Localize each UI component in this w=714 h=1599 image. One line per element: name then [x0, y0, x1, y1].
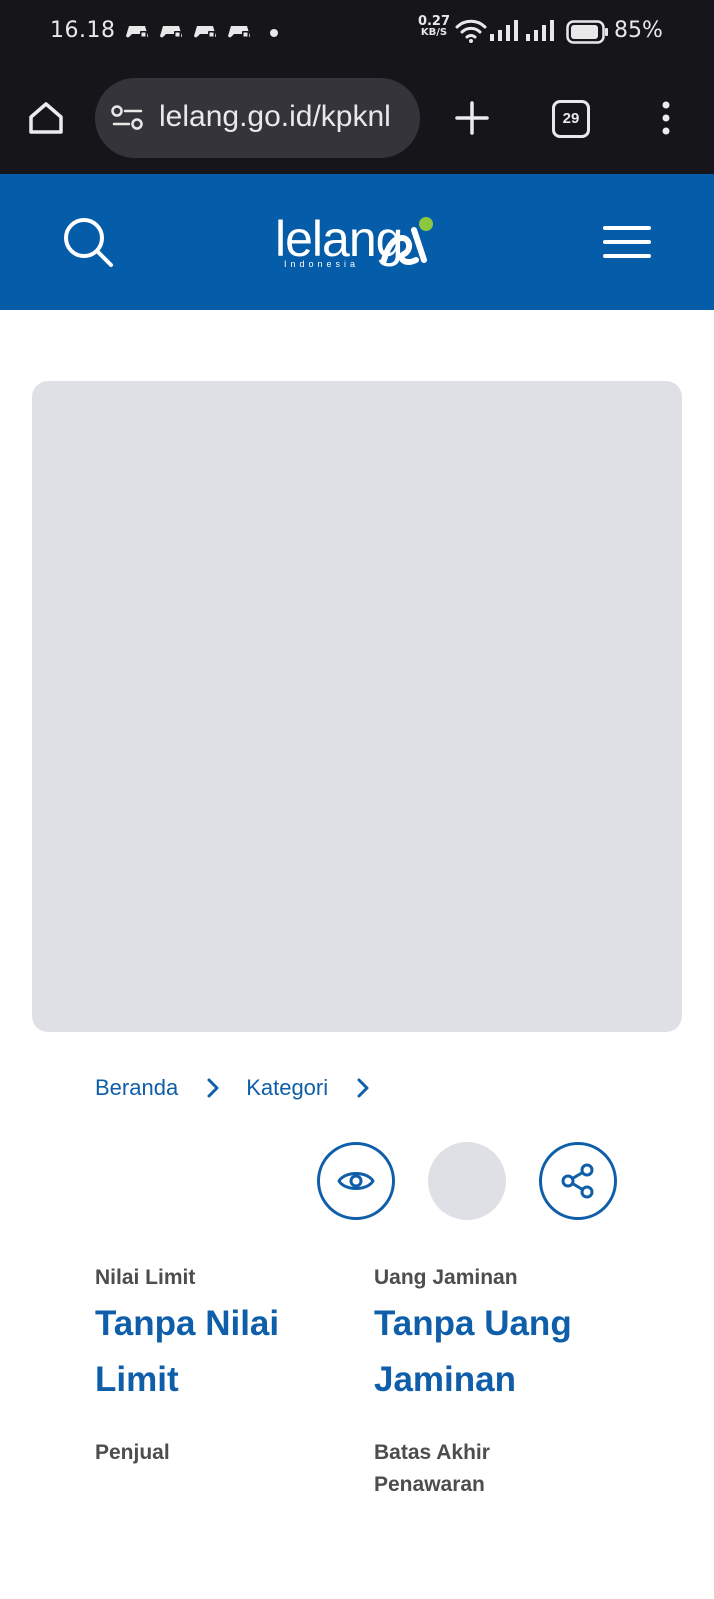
batas-akhir-label-line2: Penawaran — [374, 1473, 485, 1496]
more-vertical-icon[interactable] — [654, 98, 678, 138]
lelang-logo[interactable]: lelang Indonesia — [272, 204, 452, 284]
nilai-limit-value-line2: Limit — [95, 1360, 179, 1399]
hamburger-menu-icon[interactable] — [603, 224, 651, 260]
breadcrumb-home-link[interactable]: Beranda — [95, 1075, 178, 1101]
home-icon[interactable] — [26, 98, 66, 138]
breadcrumb: Beranda Kategori — [95, 1073, 396, 1103]
browser-toolbar: lelang.go.id/kpknl 29 — [0, 64, 714, 174]
view-button[interactable] — [317, 1142, 395, 1220]
more-notifications-dot — [270, 29, 278, 37]
game-controller-icon — [126, 26, 148, 38]
eye-icon — [337, 1172, 375, 1190]
site-header: lelang Indonesia — [0, 174, 714, 310]
signal-icon — [526, 20, 554, 41]
share-icon — [561, 1163, 594, 1199]
penjual-label: Penjual — [95, 1441, 170, 1464]
batas-akhir-label-line1: Batas Akhir — [374, 1441, 490, 1464]
logo-subtext: Indonesia — [284, 259, 360, 269]
tab-switcher-button[interactable]: 29 — [552, 100, 590, 138]
site-settings-icon[interactable] — [111, 104, 145, 132]
uang-jaminan-value-line2: Jaminan — [374, 1360, 516, 1399]
network-speed-value: 0.27 — [417, 14, 451, 29]
uang-jaminan-value-line1: Tanpa Uang — [374, 1304, 572, 1343]
search-icon[interactable] — [60, 214, 116, 270]
network-speed: 0.27 KB/S — [416, 14, 452, 38]
nilai-limit-value-line1: Tanpa Nilai — [95, 1304, 280, 1343]
breadcrumb-category-link[interactable]: Kategori — [246, 1075, 328, 1101]
status-bar: 16.18 0.27 KB/S 85% — [0, 0, 714, 64]
game-controller-icon — [194, 26, 216, 38]
chevron-right-icon — [357, 1078, 369, 1098]
nilai-limit-label: Nilai Limit — [95, 1266, 196, 1289]
game-controller-icon — [160, 26, 182, 38]
uang-jaminan-label: Uang Jaminan — [374, 1266, 518, 1289]
url-text[interactable]: lelang.go.id/kpknl — [159, 100, 391, 134]
network-speed-unit: KB/S — [420, 27, 448, 38]
battery-percent: 85% — [614, 18, 663, 43]
wifi-icon — [455, 19, 487, 43]
game-controller-icon — [228, 26, 250, 38]
signal-icon — [490, 20, 518, 41]
battery-icon — [566, 20, 608, 44]
address-bar[interactable]: lelang.go.id/kpknl — [95, 78, 420, 158]
status-time: 16.18 — [50, 18, 116, 43]
favorite-button-placeholder — [428, 1142, 506, 1220]
new-tab-plus-icon[interactable] — [452, 98, 492, 138]
logo-figure-icon — [381, 217, 433, 265]
share-button[interactable] — [539, 1142, 617, 1220]
chevron-right-icon — [207, 1078, 219, 1098]
lot-image-placeholder — [32, 381, 682, 1032]
